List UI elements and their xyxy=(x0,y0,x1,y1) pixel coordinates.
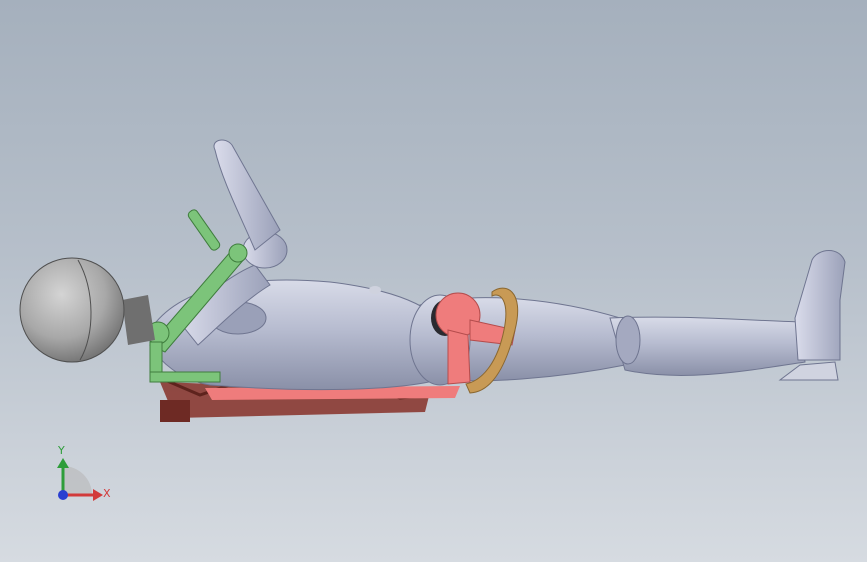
legs[interactable] xyxy=(419,250,846,382)
x-axis-label: X xyxy=(103,487,111,500)
graphics-viewport[interactable]: Y X xyxy=(0,0,867,562)
head[interactable] xyxy=(19,257,125,363)
neck[interactable] xyxy=(122,295,155,345)
y-axis-label: Y xyxy=(58,444,65,457)
z-axis-icon xyxy=(58,490,68,500)
3d-model-view[interactable] xyxy=(0,0,867,562)
